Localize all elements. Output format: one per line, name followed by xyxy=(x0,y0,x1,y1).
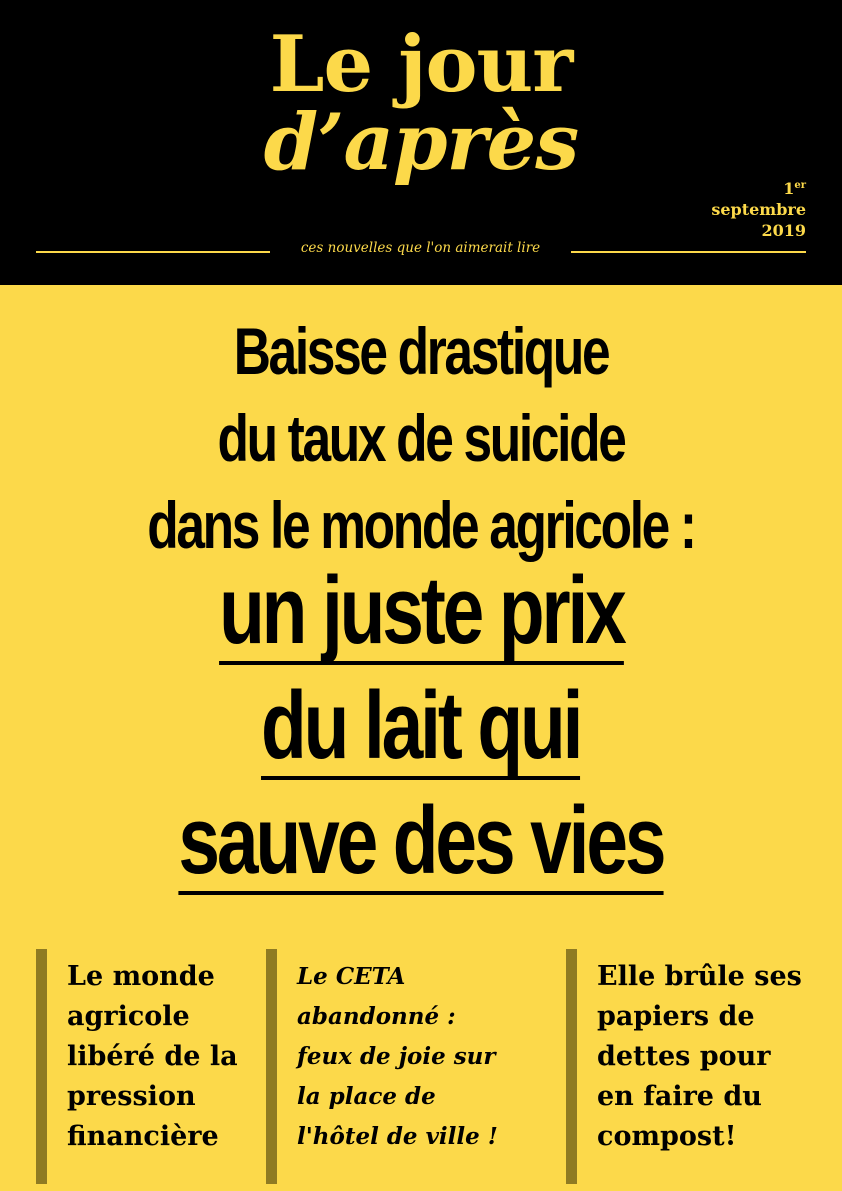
column-line: libéré de la xyxy=(67,1041,238,1072)
column-text: Le monde agricole libéré de la pression … xyxy=(67,957,238,1157)
column-line: Le CETA xyxy=(297,963,406,990)
news-column-1: Le monde agricole libéré de la pression … xyxy=(36,949,256,1184)
column-text: Elle brûle ses papiers de dettes pour en… xyxy=(597,957,802,1157)
date-day: 1 xyxy=(783,179,795,198)
column-bar xyxy=(566,949,577,1184)
column-line: la place de xyxy=(297,1083,436,1110)
column-line: papiers de xyxy=(597,1001,755,1032)
headline-big-line-1: un juste prix xyxy=(218,557,626,665)
column-line: pression xyxy=(67,1081,196,1112)
date-month: septembre xyxy=(711,200,806,219)
title-line-2: d’après xyxy=(263,97,579,188)
title-line-1: Le jour xyxy=(269,19,574,110)
column-line: Le monde xyxy=(67,961,215,992)
column-text: Le CETA abandonné : feux de joie sur la … xyxy=(297,957,498,1157)
column-line: abandonné : xyxy=(297,1003,456,1030)
date-year: 2019 xyxy=(761,221,806,240)
headline-line-3: dans le monde agricole : xyxy=(147,488,697,562)
column-line: financière xyxy=(67,1121,219,1152)
column-line: en faire du xyxy=(597,1081,762,1112)
masthead: Le jour d’après 1er septembre 2019 ces n… xyxy=(0,0,842,285)
column-line: agricole xyxy=(67,1001,190,1032)
headline-big-line-3: sauve des vies xyxy=(178,787,667,895)
headline-line-2: du taux de suicide xyxy=(217,401,626,475)
column-line: Elle brûle ses xyxy=(597,961,802,992)
tagline-rule-left xyxy=(36,251,270,253)
column-bar xyxy=(266,949,277,1184)
column-line: l'hôtel de ville ! xyxy=(297,1123,498,1150)
headline-big-line-2: du lait qui xyxy=(261,672,584,780)
tagline: ces nouvelles que l'on aimerait lire xyxy=(300,240,541,256)
tagline-rule-right xyxy=(571,251,806,253)
headline-line-1: Baisse drastique xyxy=(233,314,611,388)
newspaper-title: Le jour d’après xyxy=(0,26,842,182)
main-headline: Baisse drastique du taux de suicide dans… xyxy=(0,308,842,895)
news-column-2: Le CETA abandonné : feux de joie sur la … xyxy=(266,949,556,1184)
news-column-3: Elle brûle ses papiers de dettes pour en… xyxy=(566,949,836,1184)
column-line: compost! xyxy=(597,1121,737,1152)
issue-date: 1er septembre 2019 xyxy=(711,178,806,241)
column-line: feux de joie sur xyxy=(297,1043,496,1070)
column-line: dettes pour xyxy=(597,1041,771,1072)
date-day-suffix: er xyxy=(794,180,806,191)
column-bar xyxy=(36,949,47,1184)
